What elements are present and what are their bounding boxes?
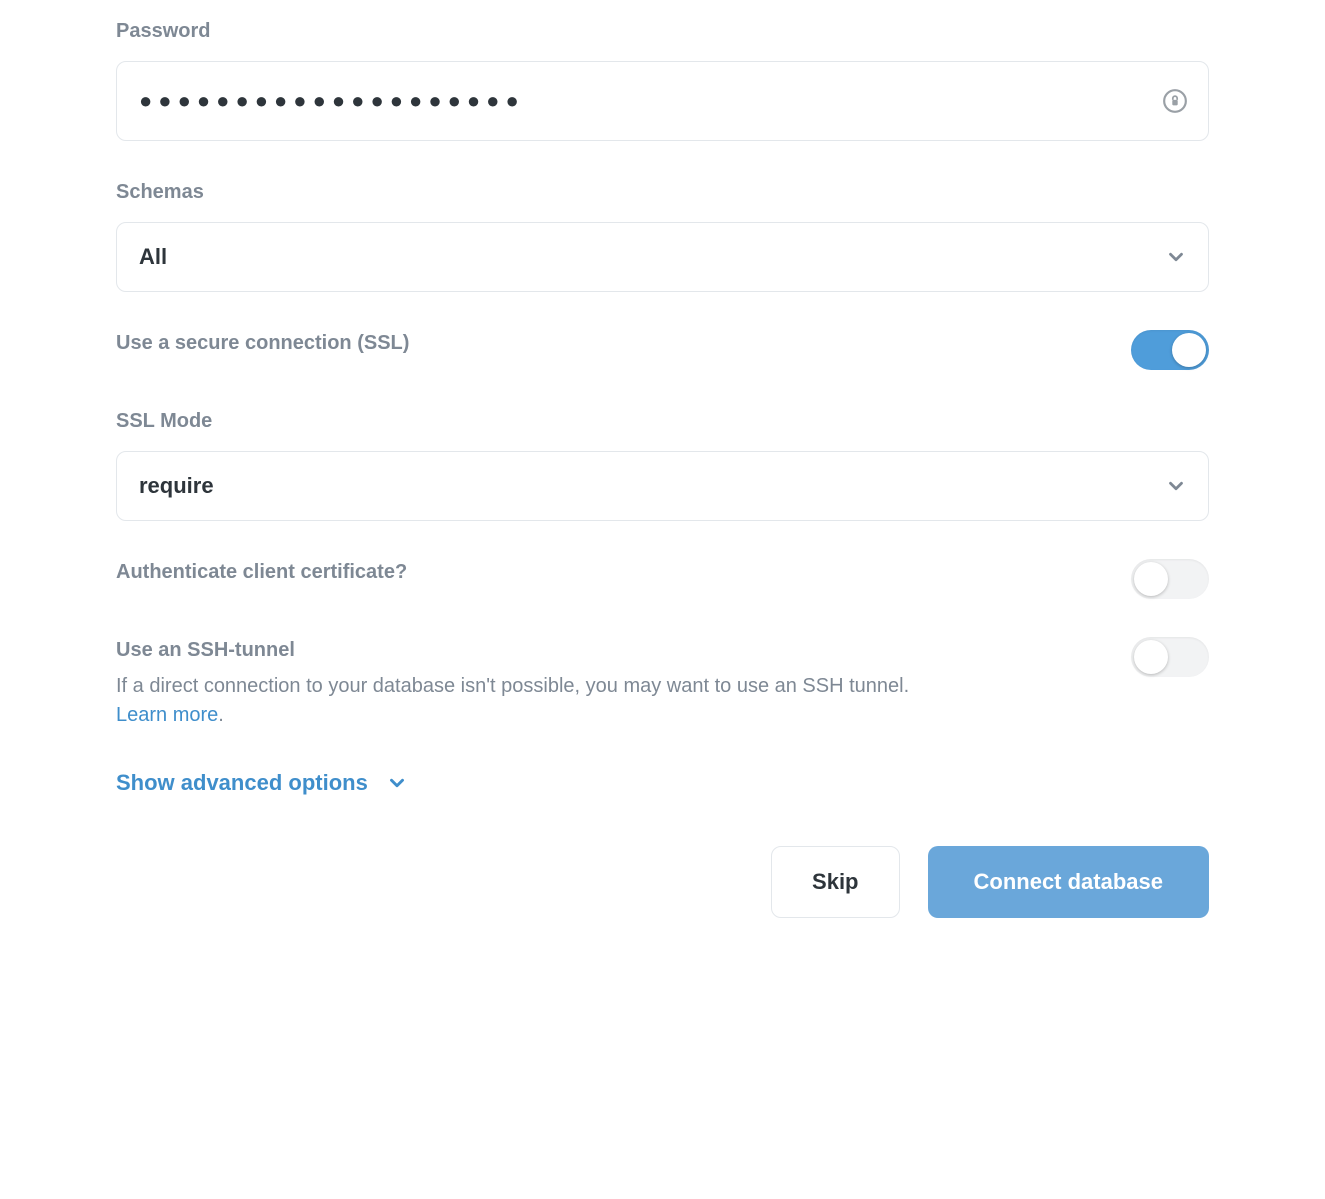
schemas-field-group: Schemas All bbox=[116, 181, 1209, 292]
password-input[interactable]: ●●●●●●●●●●●●●●●●●●●● bbox=[116, 61, 1209, 141]
toggle-knob bbox=[1134, 640, 1168, 674]
button-row: Skip Connect database bbox=[116, 846, 1209, 918]
show-advanced-options[interactable]: Show advanced options bbox=[116, 770, 1209, 796]
ssh-tunnel-help: If a direct connection to your database … bbox=[116, 672, 936, 730]
toggle-knob bbox=[1172, 333, 1206, 367]
ssh-tunnel-toggle[interactable] bbox=[1131, 637, 1209, 677]
schemas-select[interactable]: All bbox=[116, 222, 1209, 292]
connect-database-button[interactable]: Connect database bbox=[928, 846, 1210, 918]
ssl-mode-select[interactable]: require bbox=[116, 451, 1209, 521]
password-label: Password bbox=[116, 20, 1209, 43]
auth-client-cert-toggle[interactable] bbox=[1131, 559, 1209, 599]
ssl-label: Use a secure connection (SSL) bbox=[116, 332, 1091, 355]
ssl-mode-select-value: require bbox=[116, 451, 1209, 521]
auth-client-cert-row: Authenticate client certificate? bbox=[116, 561, 1209, 599]
password-input-wrap: ●●●●●●●●●●●●●●●●●●●● bbox=[116, 61, 1209, 141]
show-advanced-options-label: Show advanced options bbox=[116, 770, 368, 796]
skip-button[interactable]: Skip bbox=[771, 846, 899, 918]
password-field-group: Password ●●●●●●●●●●●●●●●●●●●● bbox=[116, 20, 1209, 141]
toggle-knob bbox=[1134, 562, 1168, 596]
ssl-toggle-row: Use a secure connection (SSL) bbox=[116, 332, 1209, 370]
ssl-toggle[interactable] bbox=[1131, 330, 1209, 370]
schemas-label: Schemas bbox=[116, 181, 1209, 204]
auth-client-cert-label: Authenticate client certificate? bbox=[116, 561, 1091, 584]
ssh-tunnel-row: Use an SSH-tunnel If a direct connection… bbox=[116, 639, 1209, 730]
learn-more-link[interactable]: Learn more bbox=[116, 704, 218, 726]
ssl-mode-label: SSL Mode bbox=[116, 410, 1209, 433]
ssh-tunnel-help-text: If a direct connection to your database … bbox=[116, 675, 909, 697]
ssl-mode-field-group: SSL Mode require bbox=[116, 410, 1209, 521]
ssh-tunnel-label: Use an SSH-tunnel bbox=[116, 639, 1091, 662]
schemas-select-value: All bbox=[116, 222, 1209, 292]
lock-icon bbox=[1161, 87, 1189, 115]
ssh-tunnel-help-suffix: . bbox=[218, 704, 224, 726]
chevron-down-icon bbox=[386, 772, 408, 794]
